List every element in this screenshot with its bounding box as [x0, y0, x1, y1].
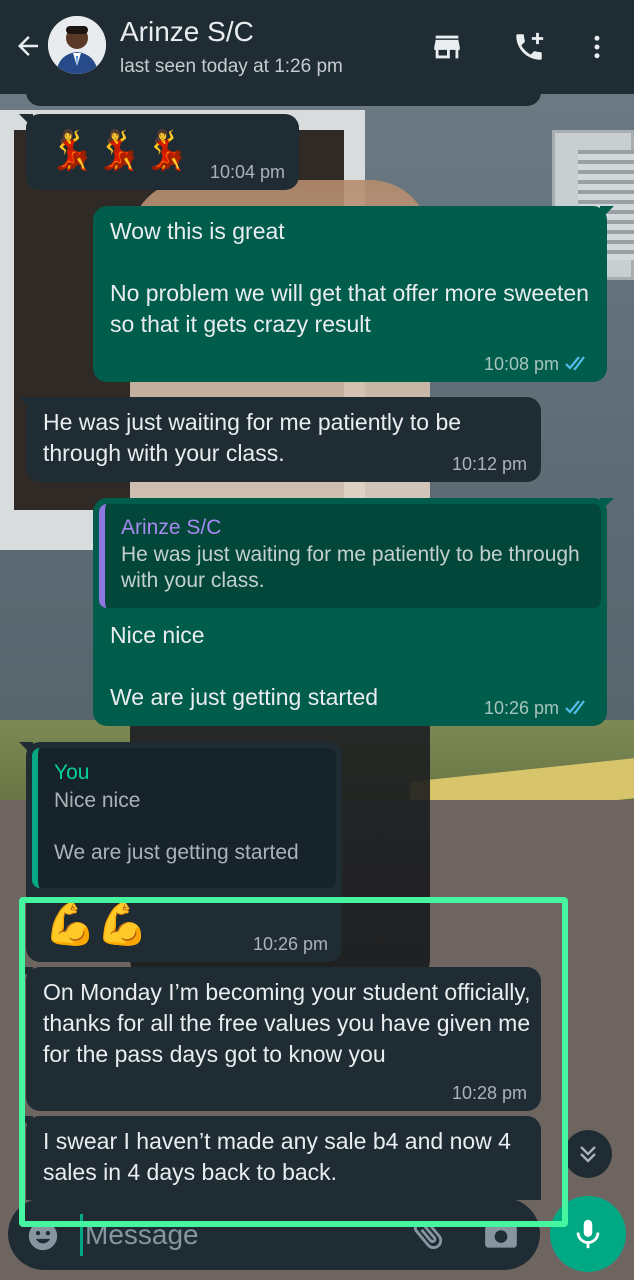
store-icon: [434, 35, 460, 59]
message-time: 10:26 pm: [483, 698, 559, 718]
attach-icon[interactable]: [410, 1216, 448, 1254]
message-bubble[interactable]: I swear I haven’t made any sale b4 and n…: [19, 1116, 541, 1200]
voice-message-button[interactable]: [550, 1196, 626, 1272]
emoji-content: 💪💪: [44, 899, 149, 948]
quote-text: He was just waiting for me patiently to …: [121, 543, 580, 592]
message-text: I swear I haven’t made any sale b4 and n…: [43, 1128, 511, 1185]
reply-quote[interactable]: Arinze S/C He was just waiting for me pa…: [99, 504, 601, 608]
quote-author: Arinze S/C: [121, 516, 222, 539]
avatar[interactable]: [48, 16, 106, 74]
mic-icon: [576, 1219, 600, 1249]
add-call-button[interactable]: [506, 24, 552, 70]
chat-header: Arinze S/C last seen today at 1:26 pm: [0, 0, 634, 94]
catalog-button[interactable]: [424, 24, 470, 70]
more-options-button[interactable]: [574, 24, 620, 70]
back-arrow-icon: [18, 36, 38, 56]
message-bubble[interactable]: On Monday I’m becoming your student offi…: [19, 967, 541, 1111]
back-button[interactable]: [8, 26, 48, 66]
contact-name[interactable]: Arinze S/C: [120, 16, 254, 48]
message-text: Wow this is great No problem we will get…: [110, 218, 589, 337]
add-call-icon: [516, 32, 544, 60]
double-check-icon: [565, 356, 585, 371]
message-text: Nice nice We are just getting started: [110, 622, 379, 710]
message-time: 10:04 pm: [209, 162, 285, 182]
emoji-icon[interactable]: [26, 1219, 60, 1253]
message-bubble[interactable]: Wow this is great No problem we will get…: [93, 206, 614, 382]
message-input[interactable]: [80, 1214, 400, 1256]
message-time: 10:08 pm: [483, 354, 559, 374]
message-bubble[interactable]: 💃💃💃 10:04 pm: [19, 114, 299, 190]
emoji-content: 💃💃💃: [48, 128, 190, 172]
contact-status: last seen today at 1:26 pm: [120, 56, 343, 77]
message-time: 10:12 pm: [451, 454, 527, 474]
scroll-to-bottom-button[interactable]: [564, 1130, 612, 1178]
double-chevron-down-icon: [580, 1146, 596, 1163]
camera-icon[interactable]: [482, 1216, 520, 1254]
quote-text: Nice nice We are just getting started: [54, 789, 299, 864]
more-vert-icon: [594, 35, 600, 59]
reply-quote[interactable]: You Nice nice We are just getting starte…: [32, 748, 336, 888]
message-bubble[interactable]: He was just waiting for me patiently to …: [19, 397, 541, 482]
message-text: On Monday I’m becoming your student offi…: [43, 979, 531, 1067]
message-bubble[interactable]: Arinze S/C He was just waiting for me pa…: [93, 498, 614, 726]
quote-author: You: [54, 761, 90, 784]
message-bubble[interactable]: You Nice nice We are just getting starte…: [19, 742, 342, 962]
double-check-icon: [565, 700, 585, 715]
message-time: 10:28 pm: [451, 1083, 527, 1103]
message-time: 10:26 pm: [252, 934, 328, 954]
